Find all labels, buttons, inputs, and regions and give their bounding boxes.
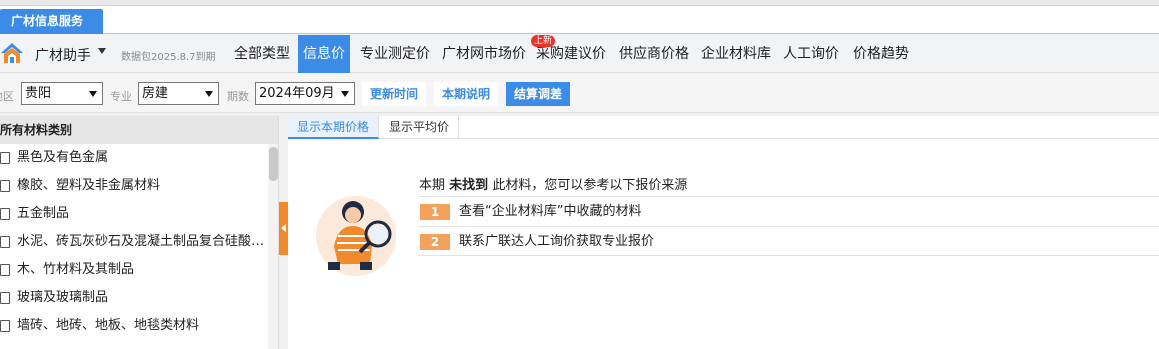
main-nav-bar: 广材助手 数据包2025.8.7到期 全部类型 信息价 专业测定价 广材网市场价… (0, 35, 1159, 73)
collapse-panel-handle[interactable] (279, 202, 288, 255)
guangcai-logo-icon (1, 43, 23, 63)
period-note-button[interactable]: 本期说明 (434, 82, 499, 106)
nav-item-price-trend[interactable]: 价格趋势 (848, 35, 914, 73)
region-select[interactable]: 贵阳 (21, 82, 103, 105)
nav-item-manual-inquiry[interactable]: 人工询价 (778, 35, 844, 73)
settle-adjust-button[interactable]: 结算调差 (506, 82, 571, 106)
nav-item-all-types[interactable]: 全部类型 (229, 35, 295, 73)
nav-item-market-price[interactable]: 广材网市场价 (437, 35, 531, 73)
major-label: 专业 (110, 90, 132, 103)
source-option[interactable]: 1 查看“企业材料库”中收藏的材料 (418, 196, 1159, 226)
nav-item-info-price[interactable]: 信息价 (298, 35, 350, 73)
document-icon (0, 180, 10, 192)
document-icon (0, 236, 10, 248)
filter-bar: 地区 贵阳 专业 房建 期数 2024年09月 更新时间 本期说明 结算调差 (0, 74, 1159, 113)
source-option[interactable]: 2 联系广联达人工询价获取专业报价 (418, 226, 1159, 256)
nav-item-supplier-price[interactable]: 供应商价格 (614, 35, 694, 73)
category-item[interactable]: 五金制品 (0, 200, 268, 228)
brand-name[interactable]: 广材助手 (35, 45, 91, 65)
package-expiry: 数据包2025.8.7到期 (121, 52, 216, 63)
region-value: 贵阳 (25, 86, 52, 101)
category-item[interactable]: 木、竹材料及其制品 (0, 256, 268, 284)
nav-item-professional-price[interactable]: 专业测定价 (355, 35, 435, 73)
chevron-down-icon[interactable] (98, 48, 106, 54)
app-tab-strip: 广材信息服务 (0, 0, 1159, 34)
category-item[interactable]: 橡胶、塑料及非金属材料 (0, 172, 268, 200)
update-time-button[interactable]: 更新时间 (362, 82, 427, 106)
major-value: 房建 (142, 86, 169, 101)
category-item[interactable]: 黑色及有色金属 (0, 144, 268, 172)
period-select[interactable]: 2024年09月 (255, 82, 355, 105)
category-item[interactable]: 水泥、砖瓦灰砂石及混凝土制品复合硅酸… (0, 228, 268, 256)
nav-item-enterprise-library[interactable]: 企业材料库 (696, 35, 776, 73)
option-number: 2 (420, 234, 450, 250)
category-item[interactable]: 玻璃及玻璃制品 (0, 284, 268, 312)
document-icon (0, 320, 10, 332)
top-border (0, 0, 1159, 6)
chevron-down-icon (341, 91, 349, 97)
category-scrollbar[interactable] (268, 144, 278, 349)
chevron-down-icon (205, 91, 213, 97)
scrollbar-thumb[interactable] (269, 147, 278, 181)
category-panel: 所有材料类别 黑色及有色金属 橡胶、塑料及非金属材料 五金制品 水泥、砖瓦灰砂石… (0, 116, 279, 349)
document-icon (0, 292, 10, 304)
price-content-panel: 显示本期价格 显示平均价 本期 未找到 此材料，您可以参考以下报价来源 1 查看… (288, 116, 1159, 349)
document-icon (0, 152, 10, 164)
chevron-down-icon (89, 91, 97, 97)
not-found-message: 本期 未找到 此材料，您可以参考以下报价来源 (419, 178, 688, 193)
new-badge: 上新 (531, 35, 555, 47)
option-number: 1 (420, 204, 450, 220)
app-tab[interactable]: 广材信息服务 (0, 9, 103, 34)
option-text: 联系广联达人工询价获取专业报价 (459, 234, 655, 249)
tab-current-price[interactable]: 显示本期价格 (288, 116, 380, 139)
period-value: 2024年09月 (259, 86, 335, 101)
period-label: 期数 (227, 90, 249, 103)
category-item[interactable]: 墙砖、地砖、地板、地毯类材料 (0, 312, 268, 340)
document-icon (0, 208, 10, 220)
region-label: 地区 (0, 90, 14, 103)
option-text: 查看“企业材料库”中收藏的材料 (459, 204, 642, 219)
price-view-tabs: 显示本期价格 显示平均价 (288, 116, 1159, 139)
category-header: 所有材料类别 (0, 116, 278, 144)
major-select[interactable]: 房建 (138, 82, 219, 105)
document-icon (0, 264, 10, 276)
search-person-illustration-icon (316, 196, 396, 276)
tab-average-price[interactable]: 显示平均价 (380, 116, 460, 139)
